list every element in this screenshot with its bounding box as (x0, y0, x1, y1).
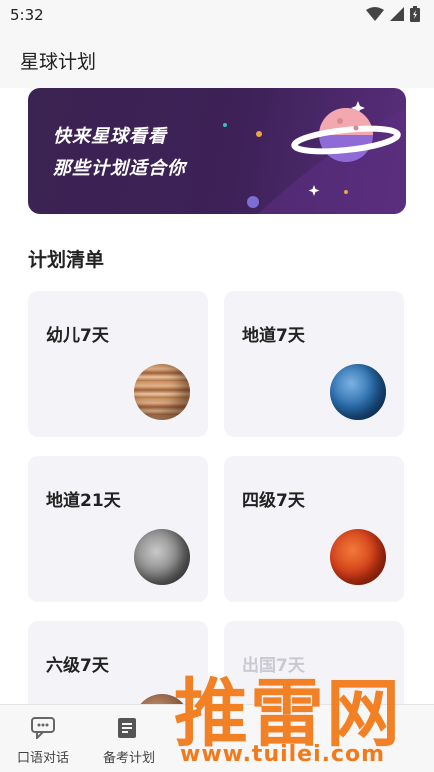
jupiter-icon (134, 364, 190, 420)
plan-card[interactable]: 地道7天 (224, 291, 404, 437)
watermark-logo: 推雷网 www.tuilei.com (166, 652, 434, 772)
signal-icon (390, 7, 404, 21)
tab-label: 备考计划 (102, 751, 155, 766)
promo-banner[interactable]: 快来星球看看 那些计划适合你 (28, 88, 406, 214)
section-title: 计划清单 (28, 249, 105, 271)
document-icon (118, 718, 136, 738)
tab-oral-dialogue[interactable]: 口语对话 (0, 705, 86, 772)
tab-label: 口语对话 (16, 751, 69, 766)
plan-label: 地道21天 (46, 491, 121, 511)
app-bar: 星球计划 (0, 32, 434, 88)
status-time: 5:32 (10, 6, 44, 24)
watermark-url: www.tuilei.com (180, 742, 386, 767)
banner-headline: 快来星球看看 (53, 126, 167, 147)
page-title: 星球计划 (20, 51, 97, 73)
mars-icon (330, 529, 386, 585)
wifi-icon (366, 7, 384, 21)
plan-label: 六级7天 (46, 656, 109, 676)
battery-icon (410, 6, 420, 22)
plan-card[interactable]: 四级7天 (224, 456, 404, 602)
chat-icon (31, 717, 55, 739)
plan-label: 地道7天 (242, 326, 305, 346)
planet-illustration (223, 101, 406, 214)
banner-subline: 那些计划适合你 (53, 158, 186, 179)
status-bar: 5:32 (0, 0, 434, 32)
mercury-icon (134, 529, 190, 585)
tab-exam-plan[interactable]: 备考计划 (86, 705, 172, 772)
earth-icon (330, 364, 386, 420)
status-icons (366, 6, 420, 22)
plan-card[interactable]: 地道21天 (28, 456, 208, 602)
plan-card[interactable]: 幼儿7天 (28, 291, 208, 437)
plan-label: 幼儿7天 (46, 326, 109, 346)
plan-label: 四级7天 (242, 491, 305, 511)
